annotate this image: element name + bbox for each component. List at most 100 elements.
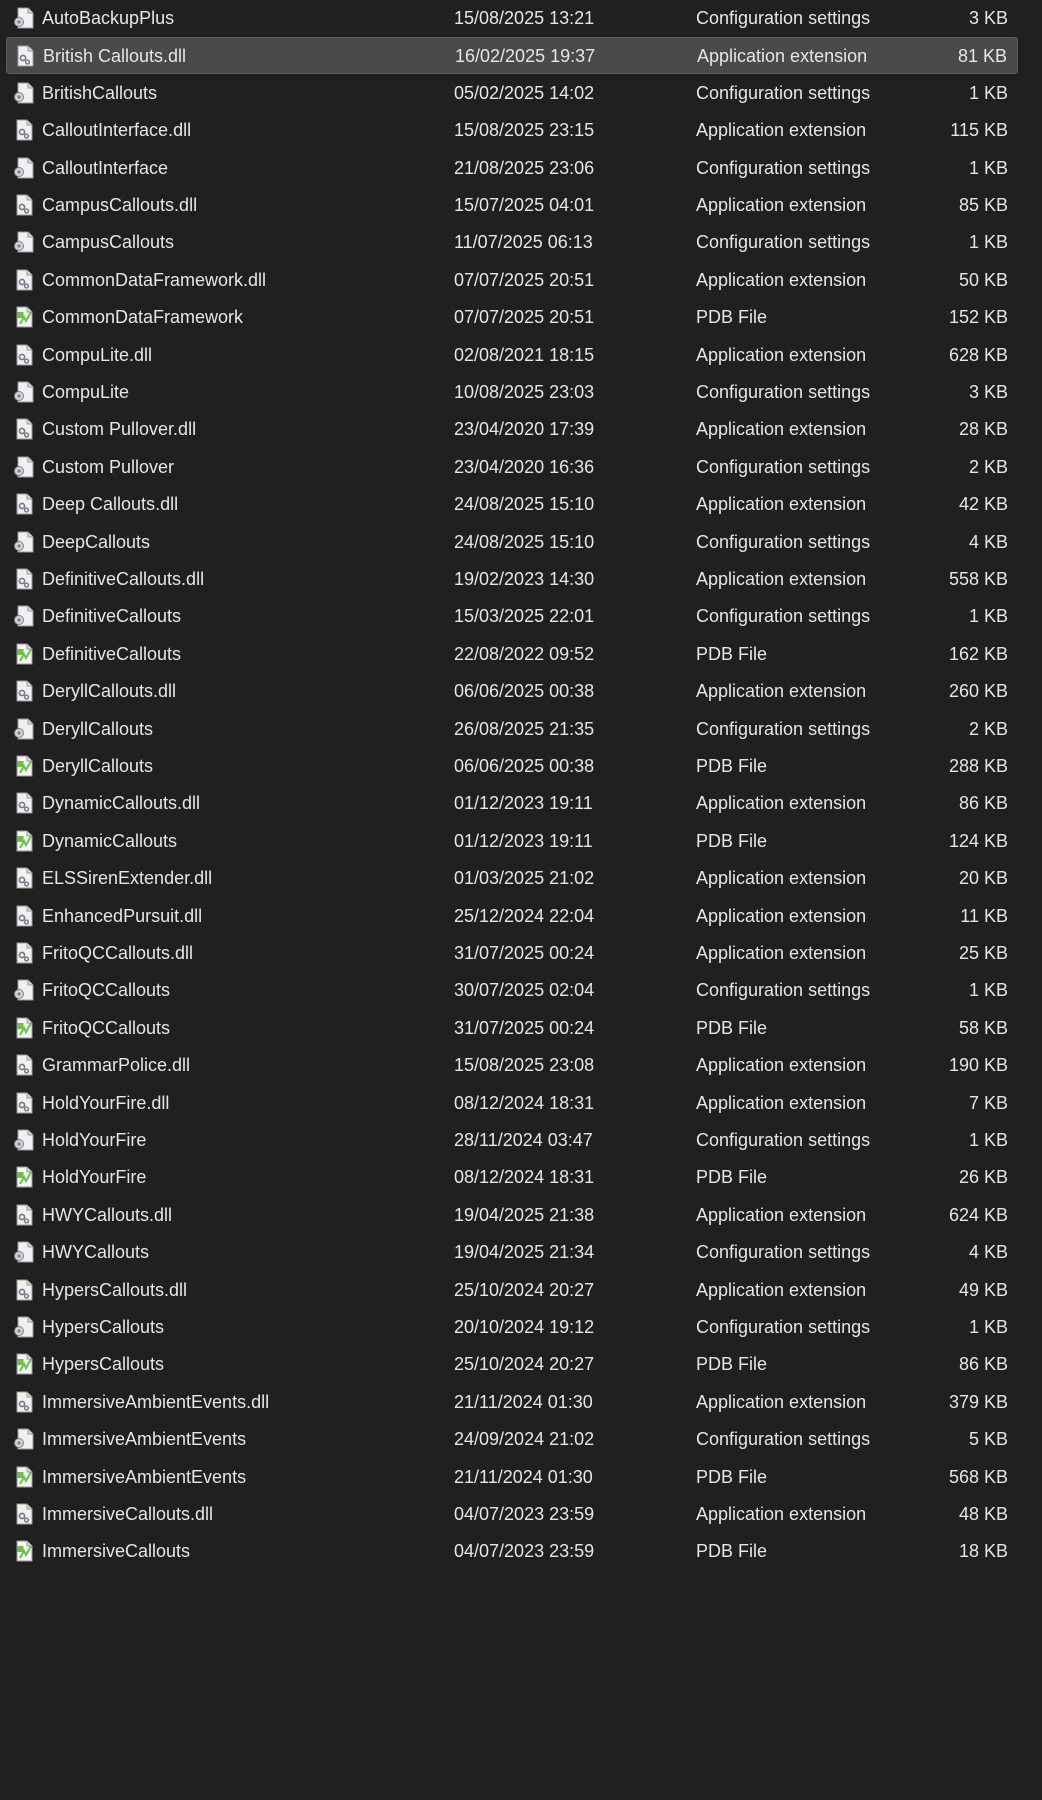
file-type: Configuration settings [696, 456, 871, 477]
file-row[interactable]: ImmersiveAmbientEvents 21/11/2024 01:30 … [6, 1459, 1018, 1496]
file-row[interactable]: ImmersiveAmbientEvents 24/09/2024 21:02 … [6, 1421, 1018, 1458]
dll-file-icon [12, 1053, 36, 1077]
file-type: Configuration settings [696, 980, 871, 1001]
file-row[interactable]: HoldYourFire 08/12/2024 18:31 PDB File 2… [6, 1159, 1018, 1196]
file-date-modified: 24/09/2024 21:02 [454, 1429, 595, 1450]
file-row[interactable]: AutoBackupPlus 15/08/2025 13:21 Configur… [6, 0, 1018, 37]
file-row[interactable]: GrammarPolice.dll 15/08/2025 23:08 Appli… [6, 1047, 1018, 1084]
file-type: Configuration settings [696, 718, 871, 739]
file-type: Application extension [696, 1279, 867, 1300]
file-row[interactable]: Custom Pullover 23/04/2020 16:36 Configu… [6, 449, 1018, 486]
file-row[interactable]: ImmersiveCallouts 04/07/2023 23:59 PDB F… [6, 1533, 1018, 1570]
file-row[interactable]: ImmersiveAmbientEvents.dll 21/11/2024 01… [6, 1384, 1018, 1421]
file-type: Configuration settings [696, 606, 871, 627]
file-row[interactable]: HypersCallouts.dll 25/10/2024 20:27 Appl… [6, 1272, 1018, 1309]
file-size: 86 KB [958, 1354, 1008, 1375]
file-row[interactable]: HoldYourFire.dll 08/12/2024 18:31 Applic… [6, 1085, 1018, 1122]
file-row[interactable]: DeryllCallouts.dll 06/06/2025 00:38 Appl… [6, 673, 1018, 710]
file-row[interactable]: ImmersiveCallouts.dll 04/07/2023 23:59 A… [6, 1496, 1018, 1533]
file-row[interactable]: Deep Callouts.dll 24/08/2025 15:10 Appli… [6, 486, 1018, 523]
file-size: 18 KB [958, 1541, 1008, 1562]
dll-file-icon [13, 44, 37, 68]
file-row[interactable]: CompuLite 10/08/2025 23:03 Configuration… [6, 374, 1018, 411]
file-row[interactable]: HWYCallouts.dll 19/04/2025 21:38 Applica… [6, 1197, 1018, 1234]
dll-file-icon [12, 567, 36, 591]
file-size: 260 KB [948, 681, 1008, 702]
file-name: DynamicCallouts.dll [42, 793, 201, 814]
file-row[interactable]: DefinitiveCallouts 22/08/2022 09:52 PDB … [6, 636, 1018, 673]
file-row[interactable]: FritoQCCallouts.dll 31/07/2025 00:24 App… [6, 935, 1018, 972]
file-date-modified: 15/08/2025 13:21 [454, 8, 595, 28]
dll-file-icon [12, 1390, 36, 1414]
file-row[interactable]: CommonDataFramework.dll 07/07/2025 20:51… [6, 262, 1018, 299]
file-row[interactable]: FritoQCCallouts 31/07/2025 00:24 PDB Fil… [6, 1010, 1018, 1047]
config-file-icon [12, 1315, 36, 1339]
pdb-file-icon [12, 1016, 36, 1040]
dll-file-icon [12, 791, 36, 815]
file-type: Configuration settings [696, 8, 871, 28]
file-type: PDB File [696, 307, 768, 328]
file-row[interactable]: CommonDataFramework 07/07/2025 20:51 PDB… [6, 299, 1018, 336]
file-size: 4 KB [968, 1242, 1008, 1263]
file-row[interactable]: DefinitiveCallouts.dll 19/02/2023 14:30 … [6, 561, 1018, 598]
file-size: 11 KB [960, 905, 1008, 926]
file-type: Configuration settings [696, 1130, 871, 1150]
config-file-icon [12, 1427, 36, 1451]
file-type: Configuration settings [696, 1429, 871, 1450]
file-type: PDB File [696, 1167, 768, 1188]
file-type: Configuration settings [696, 157, 871, 178]
file-type: Application extension [696, 1055, 867, 1076]
file-date-modified: 21/08/2025 23:06 [454, 157, 595, 178]
file-row[interactable]: CalloutInterface 21/08/2025 23:06 Config… [6, 150, 1018, 187]
file-type: Application extension [696, 868, 867, 889]
file-row[interactable]: DeryllCallouts 06/06/2025 00:38 PDB File… [6, 748, 1018, 785]
file-name: CampusCallouts [42, 232, 175, 253]
file-row[interactable]: EnhancedPursuit.dll 25/12/2024 22:04 App… [6, 898, 1018, 935]
file-size: 2 KB [968, 456, 1008, 477]
file-row[interactable]: BritishCallouts 05/02/2025 14:02 Configu… [6, 75, 1018, 112]
file-row[interactable]: CompuLite.dll 02/08/2021 18:15 Applicati… [6, 337, 1018, 374]
file-size: 1 KB [968, 157, 1008, 178]
file-row[interactable]: FritoQCCallouts 30/07/2025 02:04 Configu… [6, 972, 1018, 1009]
file-row[interactable]: CampusCallouts 11/07/2025 06:13 Configur… [6, 224, 1018, 261]
config-file-icon [12, 1240, 36, 1264]
file-row[interactable]: ELSSirenExtender.dll 01/03/2025 21:02 Ap… [6, 860, 1018, 897]
file-name: ImmersiveCallouts [42, 1541, 191, 1562]
file-size: 81 KB [957, 46, 1007, 67]
file-row[interactable]: DeepCallouts 24/08/2025 15:10 Configurat… [6, 524, 1018, 561]
dll-file-icon [12, 118, 36, 142]
file-type: PDB File [696, 1541, 768, 1562]
file-name: CompuLite [42, 382, 130, 402]
file-row[interactable]: HoldYourFire 28/11/2024 03:47 Configurat… [6, 1122, 1018, 1159]
file-name: HoldYourFire [42, 1130, 147, 1150]
file-date-modified: 26/08/2025 21:35 [454, 718, 595, 739]
file-row[interactable]: DeryllCallouts 26/08/2025 21:35 Configur… [6, 711, 1018, 748]
file-row[interactable]: British Callouts.dll 16/02/2025 19:37 Ap… [6, 37, 1018, 75]
file-row[interactable]: DynamicCallouts 01/12/2023 19:11 PDB Fil… [6, 823, 1018, 860]
file-name: HypersCallouts.dll [42, 1279, 188, 1300]
file-row[interactable]: Custom Pullover.dll 23/04/2020 17:39 App… [6, 411, 1018, 448]
file-name: DeryllCallouts [42, 718, 154, 739]
file-row[interactable]: DynamicCallouts.dll 01/12/2023 19:11 App… [6, 785, 1018, 822]
dll-file-icon [12, 193, 36, 217]
file-row[interactable]: HypersCallouts 20/10/2024 19:12 Configur… [6, 1309, 1018, 1346]
file-name: CommonDataFramework [42, 307, 244, 328]
file-size: 1 KB [968, 1130, 1008, 1150]
file-name: DynamicCallouts [42, 830, 178, 851]
file-name: DefinitiveCallouts [42, 606, 182, 627]
file-size: 1 KB [968, 1317, 1008, 1337]
file-size: 288 KB [948, 756, 1008, 776]
file-row[interactable]: DefinitiveCallouts 15/03/2025 22:01 Conf… [6, 598, 1018, 635]
file-date-modified: 21/11/2024 01:30 [454, 1391, 593, 1412]
file-date-modified: 07/07/2025 20:51 [454, 269, 595, 290]
file-date-modified: 06/06/2025 00:38 [454, 756, 595, 776]
file-name: British Callouts.dll [43, 46, 187, 67]
file-row[interactable]: CampusCallouts.dll 15/07/2025 04:01 Appl… [6, 187, 1018, 224]
file-date-modified: 30/07/2025 02:04 [454, 980, 595, 1001]
dll-file-icon [12, 268, 36, 292]
file-row[interactable]: HWYCallouts 19/04/2025 21:34 Configurati… [6, 1234, 1018, 1271]
file-row[interactable]: CalloutInterface.dll 15/08/2025 23:15 Ap… [6, 112, 1018, 149]
file-date-modified: 08/12/2024 18:31 [454, 1167, 595, 1188]
config-file-icon [12, 978, 36, 1002]
file-row[interactable]: HypersCallouts 25/10/2024 20:27 PDB File… [6, 1346, 1018, 1383]
